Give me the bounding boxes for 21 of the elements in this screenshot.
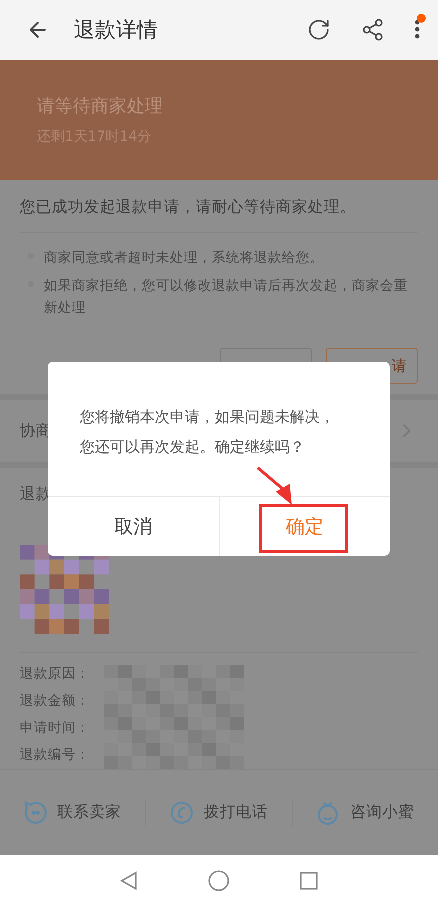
field-label: 退款原因： [20, 665, 90, 684]
annotation-arrow [257, 466, 292, 505]
notice-message: 您已成功发起退款申请，请耐心等待商家处理。 [20, 180, 418, 233]
face-icon [316, 800, 340, 826]
page-title: 退款详情 [74, 16, 159, 44]
contact-button[interactable]: 咨询小蜜 [292, 798, 438, 827]
field-label: 申请时间： [20, 719, 90, 738]
smiley-bubble-icon [24, 800, 48, 825]
recents-nav-icon[interactable] [300, 872, 318, 890]
more-icon [415, 20, 420, 40]
dialog-message: 您将撤销本次申请，如果问题未解决，您还可以再次发起。确定继续吗？ [80, 407, 336, 458]
back-nav-icon[interactable] [120, 870, 138, 891]
phone-icon [170, 800, 194, 825]
contact-button[interactable]: 联系卖家 [0, 800, 146, 826]
tip-text: 商家同意或者超时未处理，系统将退款给您。 [44, 248, 324, 268]
home-nav-icon[interactable] [208, 870, 230, 892]
field-label: 退款编号： [20, 746, 90, 766]
contact-button[interactable]: 拨打电话 [145, 800, 292, 826]
cancel-button[interactable]: 取消 [48, 497, 218, 556]
field-label: 退款金额： [20, 692, 90, 712]
tip-text: 如果商家拒绝，您可以修改退款申请后再次发起，商家会重新处理 [44, 276, 409, 318]
